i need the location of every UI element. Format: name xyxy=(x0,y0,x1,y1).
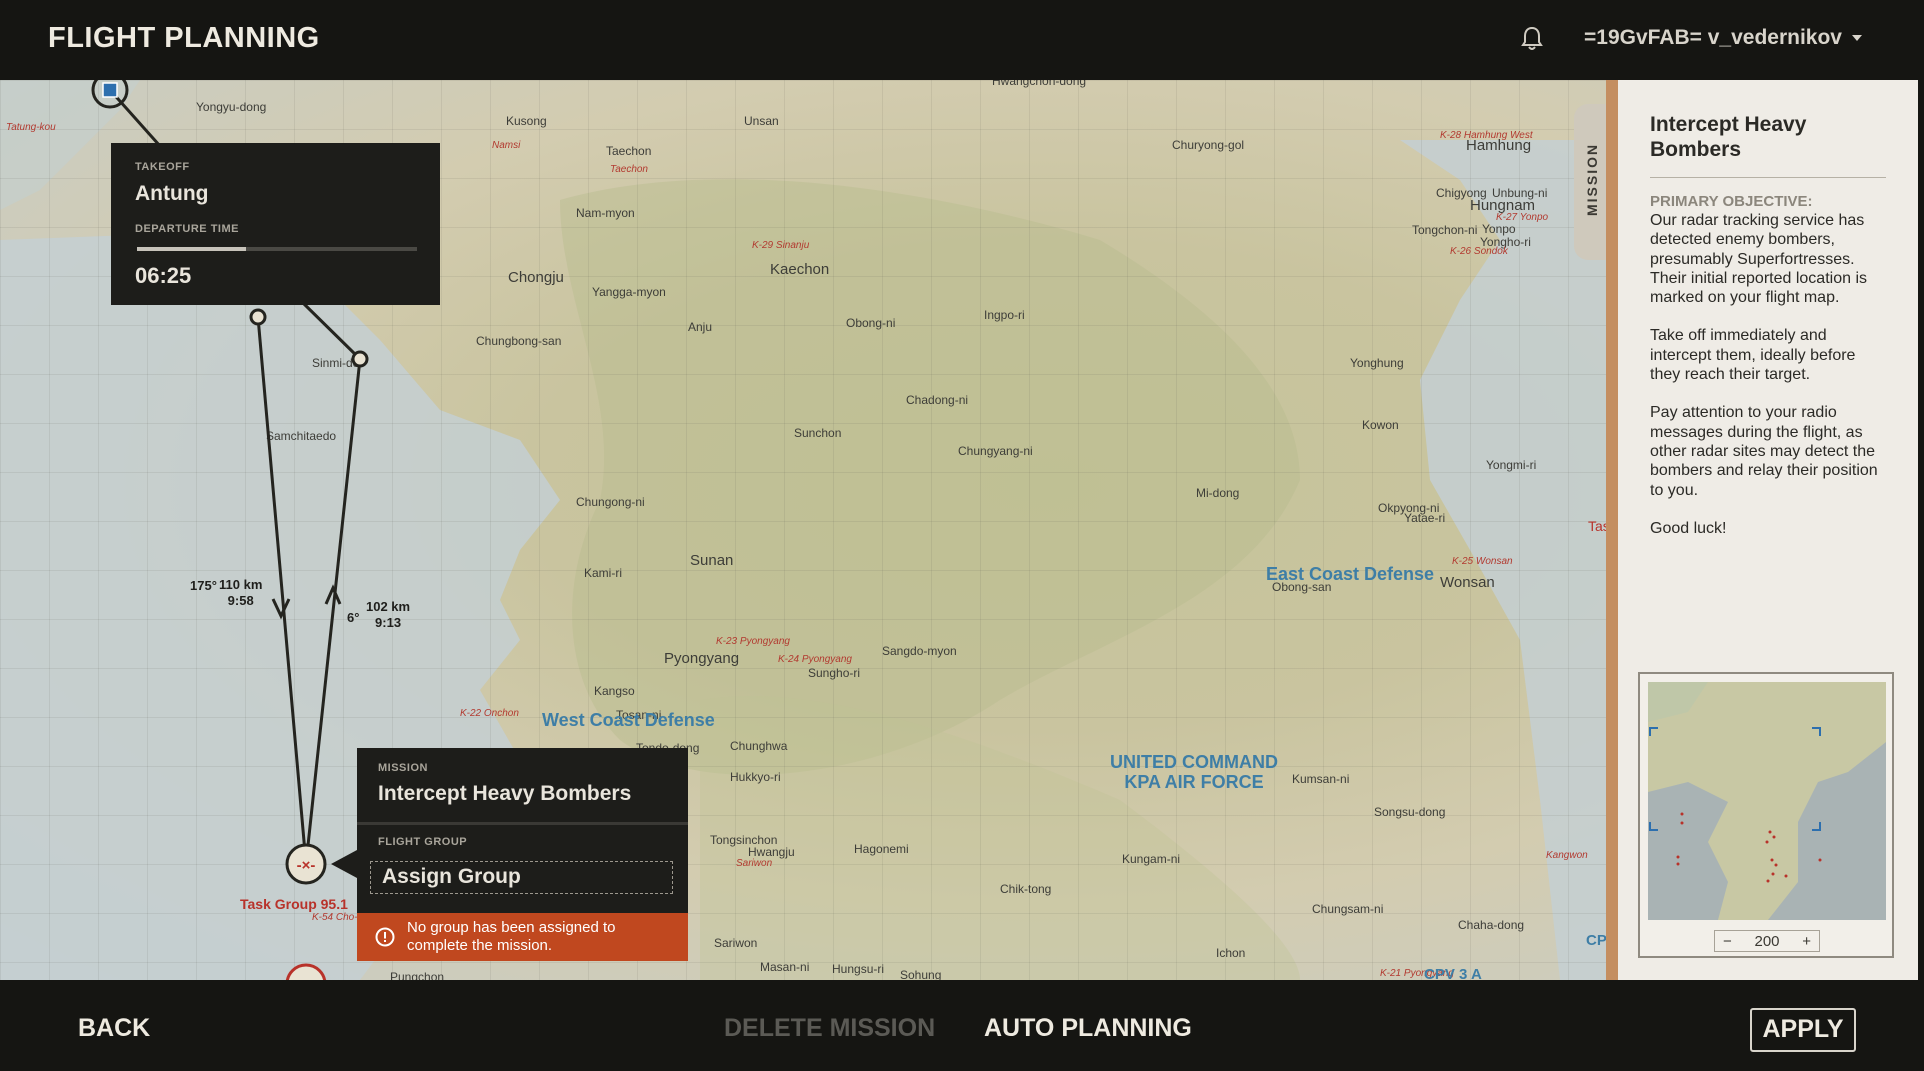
user-menu[interactable]: =19GvFAB= v_vedernikov xyxy=(1584,26,1862,50)
leg-distance-1: 110 km 9:58 xyxy=(219,577,262,609)
username: =19GvFAB= v_vedernikov xyxy=(1584,26,1842,49)
window-edge xyxy=(1918,0,1924,1071)
divider xyxy=(357,822,688,825)
takeoff-label: TAKEOFF xyxy=(135,161,190,173)
flight-group-label: FLIGHT GROUP xyxy=(378,836,468,848)
leg-label-1: 175° xyxy=(190,578,217,594)
leg-duration: 9:58 xyxy=(227,593,254,608)
leg-heading: 6° xyxy=(347,610,360,625)
objective-label: PRIMARY OBJECTIVE: xyxy=(1650,193,1813,210)
zoom-in-button[interactable]: + xyxy=(1802,933,1811,950)
objective-paragraph: Good luck! xyxy=(1650,519,1727,537)
objective-text: Our radar tracking service has detected … xyxy=(1650,211,1888,557)
objective-paragraph: Our radar tracking service has detected … xyxy=(1650,212,1867,307)
leg-label-2: 6° xyxy=(347,610,359,626)
notification-bell-icon[interactable] xyxy=(1521,26,1543,52)
takeoff-airfield: Antung xyxy=(135,182,209,205)
delete-mission-button[interactable]: DELETE MISSION xyxy=(724,1014,935,1043)
zoom-control: − 200 + xyxy=(1714,930,1820,952)
bottom-bar: BACK DELETE MISSION AUTO PLANNING APPLY xyxy=(0,980,1924,1071)
sidebar-title: Intercept Heavy Bombers xyxy=(1650,113,1807,161)
leg-distance: 110 km xyxy=(219,577,263,592)
leg-distance: 102 km xyxy=(366,599,411,614)
mission-card: MISSION Intercept Heavy Bombers FLIGHT G… xyxy=(357,748,688,961)
auto-planning-button[interactable]: AUTO PLANNING xyxy=(984,1014,1192,1043)
warning-icon xyxy=(375,927,395,947)
divider xyxy=(1650,177,1886,178)
mission-sidebar: Intercept Heavy Bombers PRIMARY OBJECTIV… xyxy=(1618,80,1918,980)
objective-paragraph: Pay attention to your radio messages dur… xyxy=(1650,404,1878,499)
tab-mission[interactable]: MISSION xyxy=(1574,104,1610,260)
waypoint[interactable] xyxy=(249,308,267,326)
waypoint[interactable] xyxy=(351,350,369,368)
departure-time-slider-fill xyxy=(137,247,247,251)
departure-time-label: DEPARTURE TIME xyxy=(135,223,239,235)
enemy-waypoint[interactable] xyxy=(285,963,327,980)
takeoff-card: TAKEOFF Antung DEPARTURE TIME 06:25 xyxy=(111,143,440,305)
page-title: FLIGHT PLANNING xyxy=(48,22,320,54)
warning-text: No group has been assigned to complete t… xyxy=(407,919,616,954)
zoom-level: 200 xyxy=(1754,932,1780,950)
leg-distance-2: 102 km 9:13 xyxy=(366,599,410,631)
tab-mission-label: MISSION xyxy=(1584,142,1600,216)
minimap-image xyxy=(1648,682,1886,920)
back-button[interactable]: BACK xyxy=(78,1014,150,1043)
chevron-down-icon xyxy=(1851,35,1862,41)
departure-time-slider[interactable] xyxy=(137,247,417,251)
top-bar: FLIGHT PLANNING =19GvFAB= v_vedernikov xyxy=(0,0,1924,80)
warning-banner: No group has been assigned to complete t… xyxy=(357,913,688,961)
objective-paragraph: Take off immediately and intercept them,… xyxy=(1650,327,1856,384)
sidebar-edge xyxy=(1606,80,1618,980)
leg-duration: 9:13 xyxy=(375,615,402,630)
assign-group-button[interactable]: Assign Group xyxy=(370,861,673,894)
minimap[interactable]: − 200 + xyxy=(1638,672,1894,958)
apply-button[interactable]: APPLY xyxy=(1750,1008,1856,1052)
departure-time-value: 06:25 xyxy=(135,263,192,288)
leg-heading: 175° xyxy=(190,578,217,593)
zoom-out-button[interactable]: − xyxy=(1723,933,1732,950)
svg-text:-×-: -×- xyxy=(297,857,316,874)
mission-name: Intercept Heavy Bombers xyxy=(378,782,632,805)
mission-label: MISSION xyxy=(378,762,428,774)
task-group-label: Task Group 95.1 xyxy=(240,896,348,912)
